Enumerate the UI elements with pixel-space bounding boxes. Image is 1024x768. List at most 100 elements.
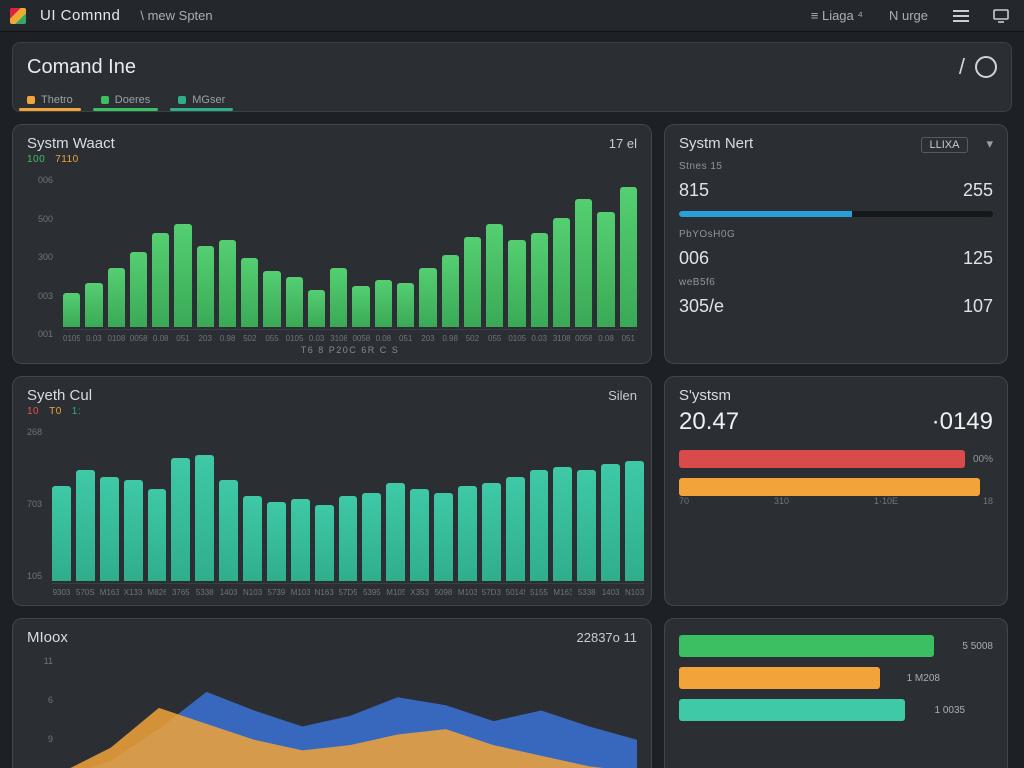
segment-scale: 703101·10E18 bbox=[679, 496, 993, 506]
bar[interactable] bbox=[63, 293, 80, 327]
panel-mini-stats: 100 7110 bbox=[27, 154, 637, 165]
hbar-label: 1 0035 bbox=[915, 705, 965, 716]
bar[interactable] bbox=[108, 268, 125, 327]
bar[interactable] bbox=[620, 187, 637, 327]
panel-header-value: Silen bbox=[608, 388, 637, 403]
bar[interactable] bbox=[124, 480, 143, 581]
bar[interactable] bbox=[315, 505, 334, 581]
stat-value: 815 bbox=[679, 180, 709, 201]
bar[interactable] bbox=[397, 283, 414, 327]
panel-title: S'ystsm bbox=[679, 387, 731, 404]
bar[interactable] bbox=[553, 467, 572, 581]
menu-item-view[interactable]: \ mew Spten bbox=[134, 4, 218, 27]
bar[interactable] bbox=[308, 290, 325, 327]
tab-label: MGser bbox=[192, 94, 225, 106]
bar[interactable] bbox=[330, 268, 347, 327]
panel-system-net: Systm Nert LLIXA ▾ Stnes 15815255PbYOsH0… bbox=[664, 124, 1008, 364]
bar[interactable] bbox=[152, 233, 169, 327]
panel-system-watch: Systm Waact 17 el 100 7110 0065003000030… bbox=[12, 124, 652, 364]
panel-big-values: 20.47 ·0149 bbox=[679, 408, 993, 436]
bar[interactable] bbox=[52, 486, 71, 581]
chevron-down-icon[interactable]: ▾ bbox=[986, 136, 993, 152]
command-slash-icon[interactable]: / bbox=[949, 54, 975, 80]
bar[interactable] bbox=[174, 224, 191, 327]
bar[interactable] bbox=[291, 499, 310, 581]
panel-hbars: 5 5008 1 M208 1 0035 bbox=[664, 618, 1008, 768]
stat-label: PbYOsH0G bbox=[679, 229, 735, 240]
bar[interactable] bbox=[410, 489, 429, 581]
bar[interactable] bbox=[575, 199, 592, 327]
stat-value: 107 bbox=[963, 296, 993, 317]
bar[interactable] bbox=[486, 224, 503, 327]
bar[interactable] bbox=[171, 458, 190, 581]
bar[interactable] bbox=[442, 255, 459, 327]
bar[interactable] bbox=[352, 286, 369, 327]
mini-stat: 10 bbox=[27, 406, 39, 417]
hbar bbox=[679, 635, 934, 657]
bar[interactable] bbox=[76, 470, 95, 581]
bar[interactable] bbox=[195, 455, 214, 581]
display-icon[interactable] bbox=[988, 5, 1014, 27]
bar[interactable] bbox=[601, 464, 620, 581]
bar[interactable] bbox=[148, 489, 167, 581]
tab-dores[interactable]: Doeres bbox=[101, 94, 150, 111]
tab-mgser[interactable]: MGser bbox=[178, 94, 225, 111]
bar[interactable] bbox=[458, 486, 477, 581]
bar[interactable] bbox=[419, 268, 436, 327]
bar[interactable] bbox=[339, 496, 358, 581]
stat-value: 305/e bbox=[679, 296, 724, 317]
bar[interactable] bbox=[625, 461, 644, 581]
progress-bar bbox=[679, 211, 993, 217]
stat-rows: Stnes 15815255PbYOsH0G006125weB5f6305/e1… bbox=[679, 161, 993, 317]
bar[interactable] bbox=[553, 218, 570, 327]
hbar-row: 1 0035 bbox=[679, 699, 993, 721]
bar[interactable] bbox=[130, 252, 147, 327]
bar[interactable] bbox=[243, 496, 262, 581]
bar[interactable] bbox=[241, 258, 258, 327]
bar[interactable] bbox=[267, 502, 286, 581]
bar[interactable] bbox=[197, 246, 214, 327]
bar[interactable] bbox=[577, 470, 596, 581]
bar[interactable] bbox=[482, 483, 501, 581]
mini-stat: T0 bbox=[49, 406, 62, 417]
bar[interactable] bbox=[506, 477, 525, 581]
panel-mlox: MIoox 22837o 11 11690 006121551063510821… bbox=[12, 618, 652, 768]
bar[interactable] bbox=[100, 477, 119, 581]
bar[interactable] bbox=[434, 493, 453, 581]
panel-mini-stats: 10 T0 1: bbox=[27, 406, 637, 417]
chart-system-watch: 006500300003001 01050.03010800580.080512… bbox=[27, 171, 637, 355]
bar[interactable] bbox=[508, 240, 525, 327]
menu-item-liaga[interactable]: ≡ Liaga ⁴ bbox=[805, 4, 869, 27]
bar[interactable] bbox=[597, 212, 614, 327]
mini-stat: 100 bbox=[27, 154, 45, 165]
bar[interactable] bbox=[386, 483, 405, 581]
stat-row: PbYOsH0G bbox=[679, 229, 993, 240]
bar[interactable] bbox=[219, 240, 236, 327]
bar[interactable] bbox=[263, 271, 280, 327]
stat-row: weB5f6 bbox=[679, 277, 993, 288]
hbar-row: 1 M208 bbox=[679, 667, 993, 689]
dot-icon bbox=[101, 96, 109, 104]
menu-item-nurge[interactable]: N urge bbox=[883, 4, 934, 27]
hbar-label: 5 5008 bbox=[944, 641, 993, 652]
bar[interactable] bbox=[375, 280, 392, 327]
chart-x-caption: T6 8 P20C 6R C S bbox=[63, 345, 637, 355]
stat-label: weB5f6 bbox=[679, 277, 715, 288]
bar[interactable] bbox=[219, 480, 238, 581]
bar[interactable] bbox=[464, 237, 481, 327]
bar[interactable] bbox=[85, 283, 102, 327]
bar[interactable] bbox=[286, 277, 303, 327]
hamburger-icon[interactable] bbox=[948, 5, 974, 27]
chart-mlox: 11690 0061215510635108210651950.05110621… bbox=[27, 652, 637, 768]
panel-title: Syeth Cul bbox=[27, 387, 92, 404]
panel-badge[interactable]: LLIXA bbox=[921, 137, 969, 153]
bar[interactable] bbox=[531, 233, 548, 327]
bar[interactable] bbox=[362, 493, 381, 581]
tab-thetro[interactable]: Thetro bbox=[27, 94, 73, 111]
bar[interactable] bbox=[530, 470, 549, 581]
dashboard-grid: Systm Waact 17 el 100 7110 0065003000030… bbox=[0, 112, 1024, 768]
command-clear-icon[interactable] bbox=[975, 56, 997, 78]
tab-label: Thetro bbox=[41, 94, 73, 106]
hbar-label: 1 M208 bbox=[890, 673, 940, 684]
command-tabs: Thetro Doeres MGser bbox=[27, 83, 997, 111]
